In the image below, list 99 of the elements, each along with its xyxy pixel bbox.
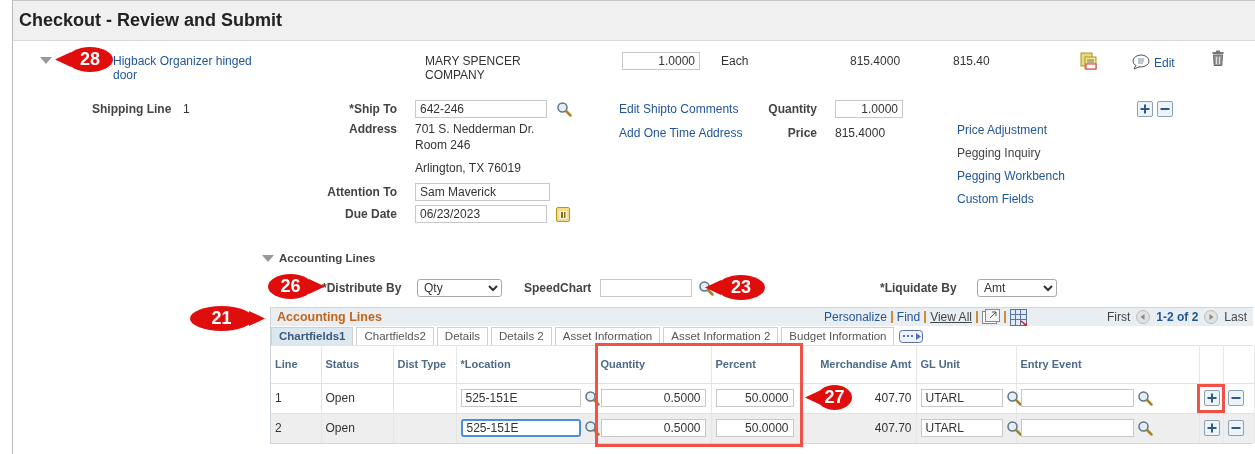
quantity-field[interactable]: 1.0000 bbox=[835, 100, 903, 118]
grid-toolbar-link[interactable]: Find bbox=[896, 309, 921, 325]
column-header: *Location bbox=[456, 346, 596, 383]
unit-of-measure: Each bbox=[721, 54, 750, 69]
grid-tab[interactable]: Asset Information bbox=[554, 327, 661, 345]
column-header: Status bbox=[321, 346, 393, 383]
column-header: Quantity bbox=[596, 346, 711, 383]
highlight-box bbox=[1197, 384, 1225, 413]
address-line: Arlington, TX 76019 bbox=[414, 160, 522, 175]
distribute-by-label: *Distribute By bbox=[322, 280, 403, 296]
merchandise-amount: 407.70 bbox=[874, 390, 912, 405]
comment-icon[interactable] bbox=[1132, 54, 1150, 70]
liquidate-by-select[interactable]: Amt bbox=[977, 279, 1057, 297]
action-link[interactable]: Pegging Workbench bbox=[957, 165, 1137, 188]
next-icon[interactable] bbox=[1204, 310, 1219, 324]
search-icon[interactable] bbox=[698, 280, 714, 296]
attention-to-field[interactable]: Sam Maverick bbox=[415, 183, 550, 201]
address-label: Address bbox=[347, 121, 397, 137]
speedchart-label: SpeedChart bbox=[524, 280, 593, 296]
section-title: Accounting Lines bbox=[279, 252, 376, 266]
search-icon[interactable] bbox=[1005, 420, 1022, 437]
price-value: 815.4000 bbox=[835, 125, 887, 141]
delete-row-icon[interactable] bbox=[1227, 420, 1244, 437]
quantity-field[interactable]: 1.0000 bbox=[622, 52, 700, 70]
edit-comment-link[interactable]: Edit bbox=[1154, 56, 1175, 71]
column-header: Merchandise Amt bbox=[801, 346, 916, 383]
action-link[interactable]: Price Adjustment bbox=[957, 119, 1137, 142]
column-header: Line bbox=[271, 346, 321, 383]
action-link[interactable]: Custom Fields bbox=[957, 188, 1137, 211]
status-text: Open bbox=[325, 421, 355, 436]
delete-row-icon[interactable] bbox=[1227, 390, 1244, 406]
due-date-field[interactable]: 06/23/2023 bbox=[415, 205, 547, 223]
shipping-line-label: Shipping Line bbox=[92, 102, 173, 117]
percent-field[interactable]: 50.0000 bbox=[715, 389, 794, 407]
page-range: 1-2 of 2 bbox=[1156, 309, 1199, 325]
grid-tab[interactable]: Details 2 bbox=[491, 327, 552, 345]
line-amount: 815.40 bbox=[953, 54, 991, 69]
liquidate-by-label: *Liquidate By bbox=[880, 280, 958, 296]
percent-field[interactable]: 50.0000 bbox=[715, 419, 794, 438]
quantity-label: Quantity bbox=[767, 101, 817, 117]
collapse-caret-icon[interactable] bbox=[40, 57, 52, 65]
search-icon[interactable] bbox=[1005, 390, 1022, 406]
due-date-label: Due Date bbox=[344, 206, 397, 222]
add-row-icon[interactable] bbox=[1203, 420, 1220, 437]
attention-to-label: Attention To bbox=[326, 184, 397, 200]
item-description-link[interactable]: Higback Organizer hinged door bbox=[113, 54, 253, 82]
shipping-link[interactable]: Add One Time Address bbox=[619, 125, 764, 141]
line-number: 2 bbox=[275, 421, 282, 436]
grid-toolbar-link[interactable]: View All bbox=[930, 309, 972, 325]
calendar-icon[interactable] bbox=[556, 206, 570, 222]
address-line: 701 S. Nedderman Dr. bbox=[414, 121, 536, 137]
show-all-tabs-icon[interactable] bbox=[899, 330, 924, 343]
search-icon[interactable] bbox=[1136, 420, 1153, 437]
status-text: Open bbox=[325, 390, 355, 405]
grid-tab[interactable]: Chartfields1 bbox=[271, 327, 354, 345]
gl-unit-field[interactable]: UTARL bbox=[920, 419, 1003, 438]
ship-to-label: *Ship To bbox=[348, 101, 397, 117]
grid-tab[interactable]: Budget Information bbox=[781, 327, 895, 345]
entry-event-field[interactable] bbox=[1020, 419, 1134, 438]
column-header: GL Unit bbox=[916, 346, 1016, 383]
column-header: Entry Event bbox=[1016, 346, 1199, 383]
line-number: 1 bbox=[275, 390, 282, 405]
page-title: Checkout - Review and Submit bbox=[19, 9, 283, 32]
search-icon[interactable] bbox=[583, 420, 600, 437]
add-row-icon[interactable] bbox=[1203, 390, 1220, 406]
new-window-icon[interactable] bbox=[981, 309, 1000, 325]
remove-icon[interactable] bbox=[1157, 101, 1173, 117]
merchandise-amount: 407.70 bbox=[874, 421, 912, 436]
distribute-by-select[interactable]: Qty bbox=[417, 279, 502, 297]
quantity-field[interactable]: 0.5000 bbox=[600, 389, 706, 407]
unit-price: 815.4000 bbox=[850, 54, 902, 69]
add-icon[interactable] bbox=[1137, 101, 1153, 117]
search-icon[interactable] bbox=[556, 101, 572, 117]
shipping-line-number: 1 bbox=[183, 102, 191, 117]
document-icon[interactable] bbox=[1080, 52, 1098, 70]
address-line: Room 246 bbox=[414, 137, 472, 153]
supplier-name: MARY SPENCER COMPANY bbox=[425, 54, 522, 82]
location-field[interactable]: 525-151E bbox=[460, 389, 581, 407]
price-label: Price bbox=[786, 125, 817, 141]
column-header: Percent bbox=[711, 346, 801, 383]
location-field[interactable]: 525-151E bbox=[460, 419, 581, 438]
grid-title: Accounting Lines bbox=[277, 309, 382, 325]
ship-to-field[interactable]: 642-246 bbox=[415, 100, 547, 118]
collapse-caret-icon[interactable] bbox=[262, 255, 274, 263]
quantity-field[interactable]: 0.5000 bbox=[600, 419, 706, 438]
column-header: Dist Type bbox=[393, 346, 456, 383]
gl-unit-field[interactable]: UTARL bbox=[920, 389, 1003, 407]
previous-icon[interactable] bbox=[1136, 310, 1151, 324]
grid-tab[interactable]: Details bbox=[436, 327, 488, 345]
delete-icon[interactable] bbox=[1211, 50, 1224, 66]
shipping-link[interactable]: Edit Shipto Comments bbox=[619, 101, 764, 117]
speedchart-field[interactable] bbox=[600, 279, 692, 297]
action-text: Pegging Inquiry bbox=[957, 145, 1042, 162]
search-icon[interactable] bbox=[1136, 390, 1153, 406]
grid-toolbar-link[interactable]: Personalize bbox=[824, 309, 887, 325]
download-grid-icon[interactable] bbox=[1009, 308, 1027, 326]
search-icon[interactable] bbox=[583, 390, 600, 406]
grid-tab[interactable]: Chartfields2 bbox=[356, 327, 434, 345]
entry-event-field[interactable] bbox=[1020, 389, 1134, 407]
